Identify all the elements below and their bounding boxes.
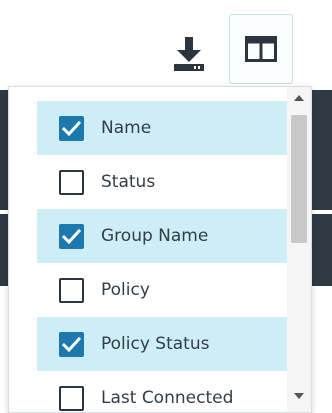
checkbox-last-connected[interactable] (59, 385, 84, 411)
column-option-name[interactable]: Name (37, 101, 287, 155)
column-option-policy-status[interactable]: Policy Status (37, 317, 287, 371)
column-option-label: Status (101, 172, 156, 192)
column-option-label: Group Name (101, 226, 209, 246)
column-option-label: Policy (101, 280, 150, 300)
checkbox-name[interactable] (59, 115, 84, 141)
columns-dropdown: Name Status Group Name Policy Policy Sta (8, 86, 312, 413)
column-option-group-name[interactable]: Group Name (37, 209, 287, 263)
checkmark-icon (62, 336, 81, 352)
download-button[interactable] (164, 30, 214, 78)
checkbox-group-name[interactable] (59, 223, 84, 249)
column-option-label: Last Connected (101, 388, 234, 408)
column-option-policy[interactable]: Policy (37, 263, 287, 317)
checkbox-policy-status[interactable] (59, 331, 84, 357)
checkmark-icon (62, 120, 81, 136)
scrollbar[interactable] (287, 87, 311, 412)
column-option-last-connected[interactable]: Last Connected (37, 371, 287, 412)
background-panel-right-bottom (312, 214, 332, 286)
column-option-status[interactable]: Status (37, 155, 287, 209)
checkbox-status[interactable] (59, 169, 84, 195)
columns-button[interactable] (229, 14, 293, 84)
checkbox-policy[interactable] (59, 277, 84, 303)
download-icon (174, 37, 204, 71)
columns-icon (245, 36, 277, 62)
column-option-label: Policy Status (101, 334, 210, 354)
scroll-up-arrow-icon[interactable] (294, 95, 304, 101)
background-panel-right-top (312, 90, 332, 210)
scrollbar-thumb[interactable] (291, 115, 307, 243)
scroll-down-arrow-icon[interactable] (294, 393, 304, 399)
checkmark-icon (62, 228, 81, 244)
column-list: Name Status Group Name Policy Policy Sta (37, 101, 287, 412)
column-option-label: Name (101, 118, 152, 138)
